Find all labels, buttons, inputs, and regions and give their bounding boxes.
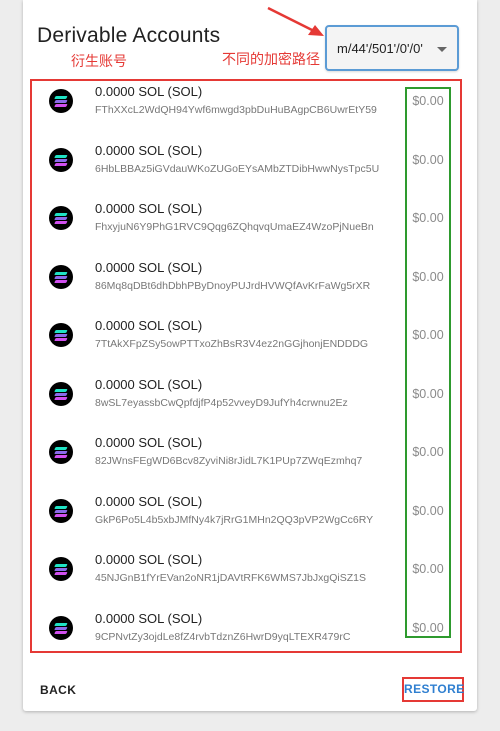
derivation-path-value: m/44'/501'/0'/0'	[337, 41, 423, 56]
accounts-annotation-box	[30, 79, 462, 653]
annotation-paths-label: 不同的加密路径	[222, 52, 320, 68]
derivable-accounts-card: Derivable Accounts 衍生账号 不同的加密路径 m/44'/50…	[23, 0, 477, 711]
usd-values-annotation-box	[405, 87, 451, 638]
restore-button[interactable]: RESTORE	[402, 677, 464, 702]
derivation-path-select[interactable]: m/44'/501'/0'/0'	[325, 25, 459, 71]
caret-down-icon	[437, 47, 447, 52]
annotation-accounts-label: 衍生账号	[71, 54, 127, 70]
back-button[interactable]: BACK	[40, 683, 76, 697]
page-title: Derivable Accounts	[37, 24, 221, 47]
red-arrow-icon	[267, 6, 324, 36]
